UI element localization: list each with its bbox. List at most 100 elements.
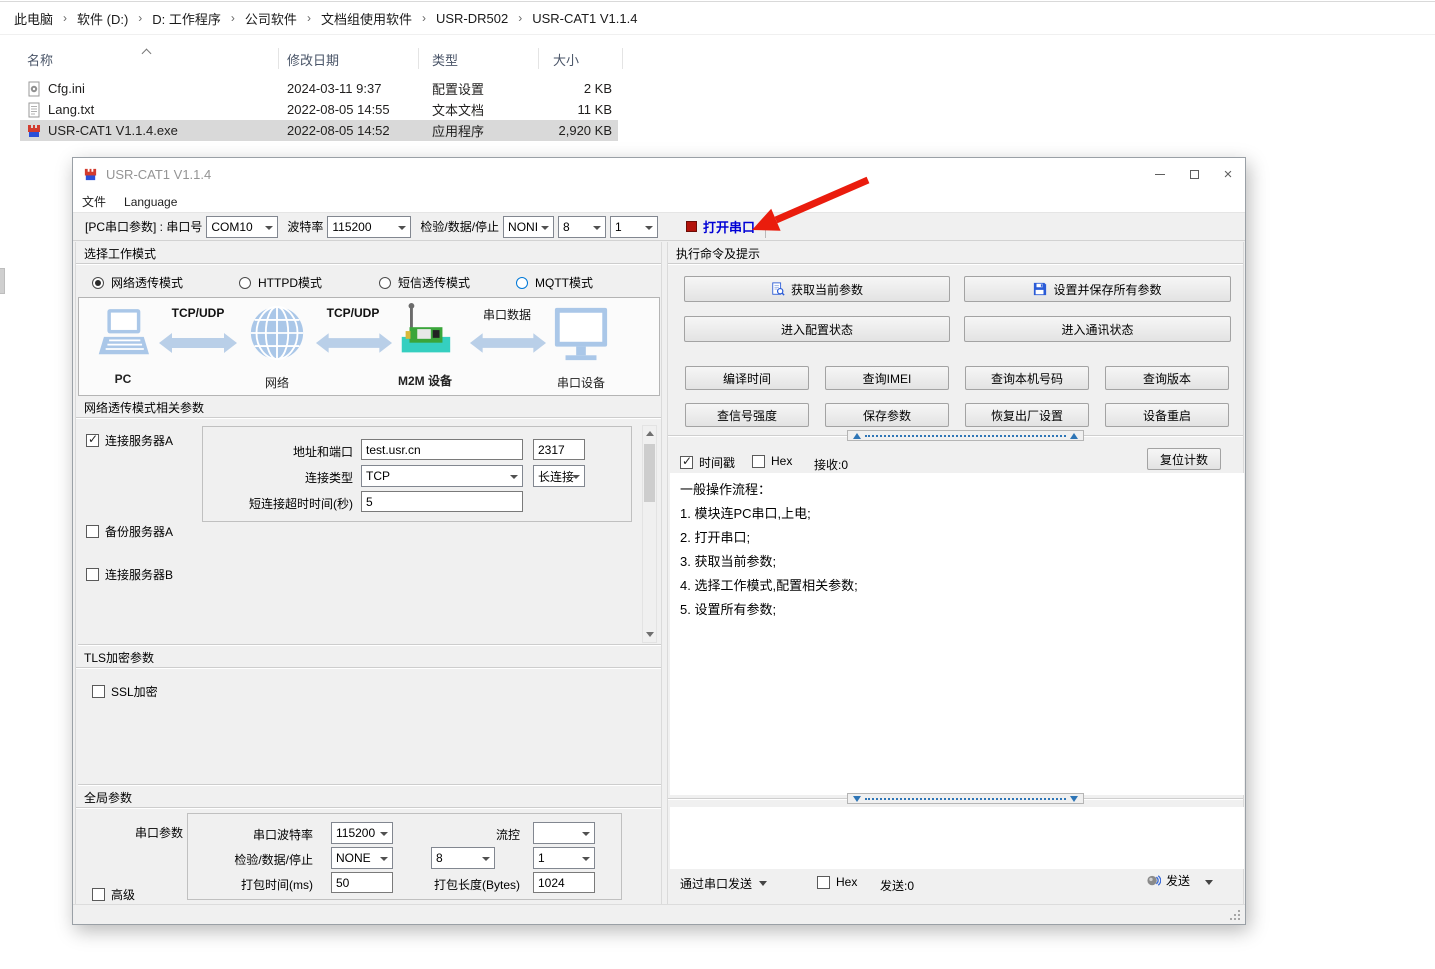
serial-baud-value: 115200 (336, 826, 375, 840)
splitter-dots (865, 435, 1066, 437)
timeout-input[interactable]: 5 (361, 491, 523, 512)
checkbox-backup-server-a[interactable]: 备份服务器A (86, 523, 173, 540)
file-row-lang-txt[interactable]: Lang.txt 2022-08-05 14:55 文本文档 11 KB (20, 99, 618, 120)
settings-panel: 选择工作模式 网络透传模式 HTTPD模式 短信透传模式 MQTT模式 (75, 242, 662, 904)
checkbox-icon (86, 568, 99, 581)
radio-net-passthrough[interactable]: 网络透传模式 (92, 274, 183, 291)
set-save-params-button[interactable]: 设置并保存所有参数 (964, 276, 1231, 302)
checkbox-server-a[interactable]: 连接服务器A (86, 432, 173, 449)
column-divider[interactable] (538, 48, 539, 69)
open-port-link[interactable]: 打开串口 (703, 217, 755, 236)
background-scrollbar-fragment[interactable] (0, 268, 5, 294)
scroll-up-icon[interactable] (646, 431, 654, 436)
checkbox-ssl[interactable]: SSL加密 (92, 683, 158, 700)
enter-comm-button[interactable]: 进入通讯状态 (964, 316, 1231, 342)
resize-grip-icon[interactable] (1229, 909, 1241, 921)
node-label-serial-device: 串口设备 (541, 374, 621, 391)
get-params-button[interactable]: 获取当前参数 (684, 276, 950, 302)
file-row-cfg-ini[interactable]: Cfg.ini 2024-03-11 9:37 配置设置 2 KB (20, 78, 618, 99)
usr-app-icon (26, 123, 42, 139)
pack-len-input[interactable]: 1024 (533, 872, 595, 893)
breadcrumb-item-docs[interactable]: 文档组使用软件 (317, 6, 416, 31)
file-name: Lang.txt (48, 102, 94, 117)
maximize-button[interactable] (1177, 158, 1211, 191)
pack-time-input[interactable]: 50 (331, 872, 393, 893)
window-title: USR-CAT1 V1.1.4 (106, 167, 211, 182)
flow-select[interactable] (533, 822, 595, 844)
breadcrumb-item-work[interactable]: D: 工作程序 (148, 6, 225, 31)
log-splitter-handle[interactable] (847, 430, 1084, 441)
radio-sms-passthrough[interactable]: 短信透传模式 (379, 274, 470, 291)
receive-log[interactable]: 一般操作流程： 1. 模块连PC串口,上电; 2. 打开串口; 3. 获取当前参… (670, 473, 1244, 795)
com-port-select[interactable]: COM10 (206, 216, 278, 238)
menu-language[interactable]: Language (115, 193, 186, 211)
compile-time-button[interactable]: 编译时间 (685, 366, 809, 390)
server-address-input[interactable]: test.usr.cn (361, 439, 523, 460)
radio-label: 短信透传模式 (398, 274, 470, 291)
checkbox-server-b[interactable]: 连接服务器B (86, 566, 173, 583)
scroll-down-icon[interactable] (646, 632, 654, 637)
file-name: USR-CAT1 V1.1.4.exe (48, 123, 178, 138)
column-header-name[interactable]: 名称 (27, 50, 53, 69)
signal-strength-button[interactable]: 查信号强度 (685, 403, 809, 427)
port-label: [PC串口参数] : 串口号 (85, 218, 202, 235)
device-restart-button[interactable]: 设备重启 (1105, 403, 1229, 427)
breadcrumb-item-this-pc[interactable]: 此电脑 (10, 6, 57, 31)
send-input[interactable] (670, 807, 1244, 869)
close-button[interactable]: × (1211, 158, 1245, 191)
query-number-button[interactable]: 查询本机号码 (965, 366, 1089, 390)
serial-params-label: 串口参数 (135, 824, 183, 841)
serial-databits-select[interactable]: 8 (431, 847, 495, 869)
ini-file-icon (26, 81, 42, 97)
file-row-usr-cat1-exe[interactable]: USR-CAT1 V1.1.4.exe 2022-08-05 14:52 应用程… (20, 120, 618, 141)
send-via-dropdown[interactable]: 通过串口发送 (680, 875, 767, 892)
baud-select[interactable]: 115200 (327, 216, 411, 238)
params-scrollbar[interactable] (642, 425, 657, 643)
query-imei-button[interactable]: 查询IMEI (825, 366, 949, 390)
addr-label: 地址和端口 (203, 443, 353, 460)
serial-stopbits-select[interactable]: 1 (533, 847, 595, 869)
checkbox-hex-recv[interactable]: Hex (752, 454, 792, 468)
send-button[interactable]: 发送 (1146, 872, 1190, 889)
checkbox-timestamp[interactable]: 时间戳 (680, 454, 735, 471)
checkbox-advanced[interactable]: 高级 (92, 886, 135, 903)
serial-baud-label: 串口波特率 (188, 826, 313, 843)
stopbits-select[interactable]: 1 (610, 216, 658, 238)
parity-select[interactable]: NONI (503, 216, 554, 238)
log-line: 4. 选择工作模式,配置相关参数; (680, 574, 1234, 598)
server-port-input[interactable]: 2317 (533, 439, 585, 460)
column-header-size[interactable]: 大小 (553, 50, 579, 69)
minimize-button[interactable] (1143, 158, 1177, 191)
collapse-down-icon (1070, 796, 1078, 802)
conn-mode-value: 长连接 (538, 468, 574, 485)
breadcrumb-item-drive[interactable]: 软件 (D:) (73, 6, 132, 31)
checkbox-hex-send[interactable]: Hex (817, 875, 857, 889)
scrollbar-thumb[interactable] (644, 444, 655, 502)
radio-mqtt[interactable]: MQTT模式 (516, 274, 593, 291)
conn-type-select[interactable]: TCP (361, 465, 523, 487)
send-options-arrow-icon[interactable] (1205, 880, 1213, 885)
serial-baud-select[interactable]: 115200 (331, 822, 393, 844)
conn-mode-select[interactable]: 长连接 (533, 465, 585, 487)
reset-counter-button[interactable]: 复位计数 (1147, 448, 1221, 470)
menu-file[interactable]: 文件 (73, 191, 115, 212)
log-line: 2. 打开串口; (680, 526, 1234, 550)
query-version-button[interactable]: 查询版本 (1105, 366, 1229, 390)
breadcrumb-item-usr-dr502[interactable]: USR-DR502 (432, 8, 512, 29)
factory-reset-button[interactable]: 恢复出厂设置 (965, 403, 1089, 427)
breadcrumb-item-company[interactable]: 公司软件 (241, 6, 301, 31)
breadcrumb-item-usr-cat1[interactable]: USR-CAT1 V1.1.4 (528, 8, 641, 29)
section-title: 网络透传模式相关参数 (84, 399, 204, 416)
save-params-button[interactable]: 保存参数 (825, 403, 949, 427)
enter-config-button[interactable]: 进入配置状态 (684, 316, 950, 342)
title-bar[interactable]: USR-CAT1 V1.1.4 × (73, 158, 1245, 191)
column-header-type[interactable]: 类型 (432, 50, 458, 69)
serial-parity-select[interactable]: NONE (331, 847, 393, 869)
databits-select[interactable]: 8 (558, 216, 606, 238)
radio-httpd[interactable]: HTTPD模式 (239, 274, 322, 291)
column-header-date[interactable]: 修改日期 (287, 50, 339, 69)
column-divider[interactable] (418, 48, 419, 69)
column-divider[interactable] (622, 48, 623, 69)
send-splitter-handle[interactable] (847, 793, 1084, 804)
column-divider[interactable] (278, 48, 279, 69)
